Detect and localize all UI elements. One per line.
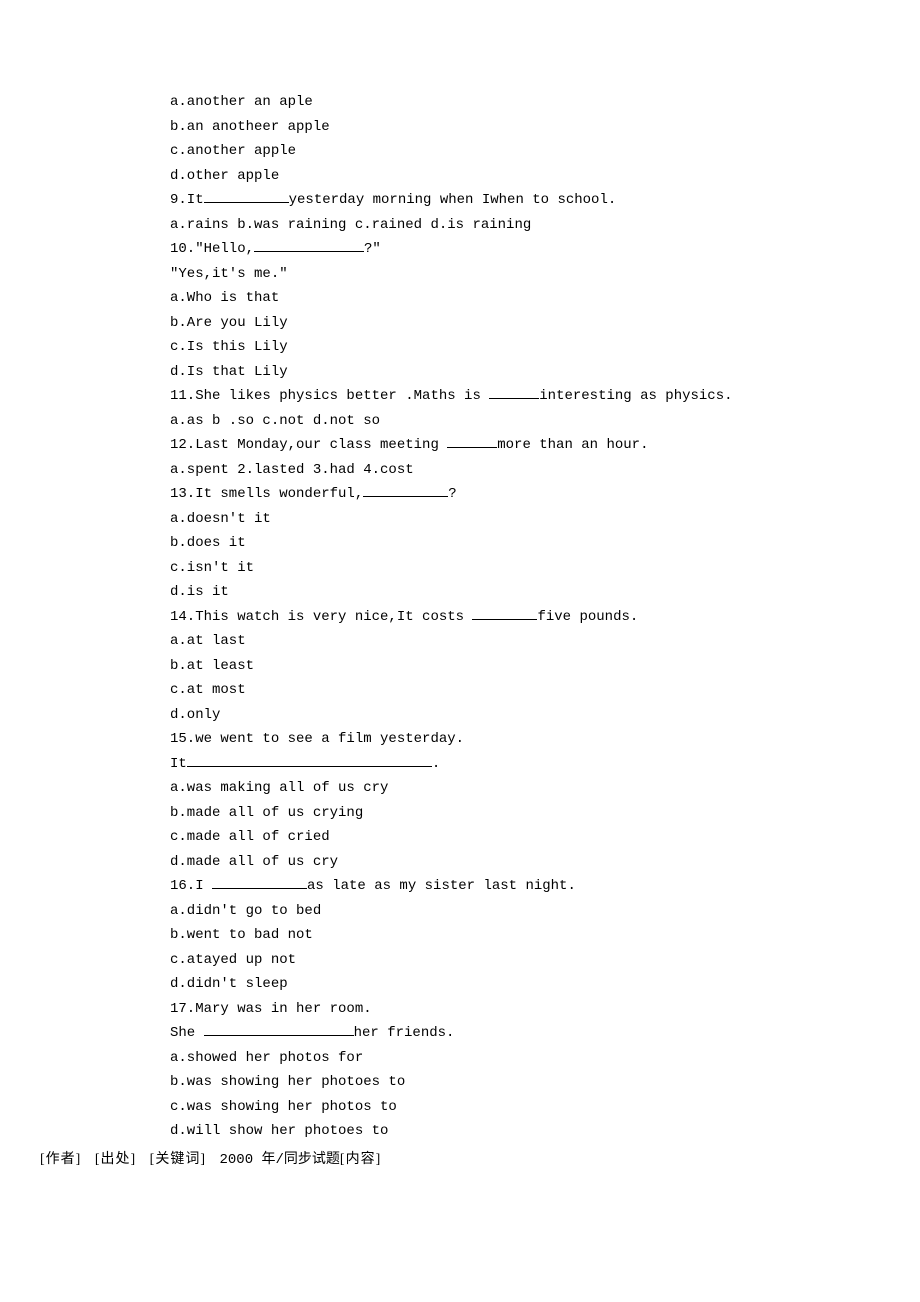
option-a: a.was making all of us cry: [170, 776, 900, 801]
text-part: ?: [448, 486, 456, 502]
question-14: 14.This watch is very nice,It costs five…: [170, 605, 900, 630]
text-part: yesterday morning when Iwhen to school.: [289, 192, 617, 208]
metadata-row: [作者] [出处] [关键词] 2000 年/同步试题[内容]: [20, 1144, 900, 1173]
question-11: 11.She likes physics better .Maths is in…: [170, 384, 900, 409]
text-part: more than an hour.: [497, 437, 648, 453]
option-b: b.an anotheer apple: [170, 115, 900, 140]
blank-input[interactable]: [212, 874, 307, 889]
option-a: a.at last: [170, 629, 900, 654]
text-part: 10."Hello,: [170, 241, 254, 257]
blank-input[interactable]: [489, 384, 539, 399]
document-page: a.another an aple b.an anotheer apple c.…: [0, 0, 920, 1212]
option-a: a.showed her photos for: [170, 1046, 900, 1071]
option-a: a.another an aple: [170, 90, 900, 115]
blank-input[interactable]: [363, 482, 448, 497]
option-c: c.Is this Lily: [170, 335, 900, 360]
keyword-value: 2000 年/同步试题: [219, 1152, 339, 1168]
text-part: five pounds.: [537, 609, 638, 625]
text-part: 13.It smells wonderful,: [170, 486, 363, 502]
option-d: d.will show her photoes to: [170, 1119, 900, 1144]
text-part: 9.It: [170, 192, 204, 208]
text-part: It: [170, 756, 187, 772]
question-17: 17.Mary was in her room.: [170, 997, 900, 1022]
option-d: d.didn't sleep: [170, 972, 900, 997]
text-part: 14.This watch is very nice,It costs: [170, 609, 472, 625]
source-label: [出处]: [95, 1152, 136, 1167]
question-12: 12.Last Monday,our class meeting more th…: [170, 433, 900, 458]
text-part: ?": [364, 241, 381, 257]
option-b: b.Are you Lily: [170, 311, 900, 336]
option-d: d.other apple: [170, 164, 900, 189]
option-d: d.Is that Lily: [170, 360, 900, 385]
options-inline: a.as b .so c.not d.not so: [170, 409, 900, 434]
option-c: c.was showing her photos to: [170, 1095, 900, 1120]
option-d: d.only: [170, 703, 900, 728]
text-part: as late as my sister last night.: [307, 878, 576, 894]
text-part: interesting as physics.: [539, 388, 732, 404]
option-d: d.is it: [170, 580, 900, 605]
question-block: a.another an aple b.an anotheer apple c.…: [20, 90, 900, 1144]
blank-input[interactable]: [187, 752, 432, 767]
option-b: b.made all of us crying: [170, 801, 900, 826]
blank-input[interactable]: [204, 188, 289, 203]
blank-input[interactable]: [472, 605, 537, 620]
author-label: [作者]: [40, 1152, 81, 1167]
option-b: b.does it: [170, 531, 900, 556]
option-b: b.at least: [170, 654, 900, 679]
question-15: 15.we went to see a film yesterday.: [170, 727, 900, 752]
option-c: c.another apple: [170, 139, 900, 164]
question-9: 9.It yesterday morning when Iwhen to scho…: [170, 188, 900, 213]
option-a: a.Who is that: [170, 286, 900, 311]
text-part: her friends.: [354, 1025, 455, 1041]
text-part: 11.She likes physics better .Maths is: [170, 388, 489, 404]
option-c: c.at most: [170, 678, 900, 703]
options-inline: a.rains b.was raining c.rained d.is rain…: [170, 213, 900, 238]
option-a: a.doesn't it: [170, 507, 900, 532]
option-c: c.isn't it: [170, 556, 900, 581]
option-b: b.was showing her photoes to: [170, 1070, 900, 1095]
keyword-label: [关键词]: [150, 1152, 206, 1167]
question-17-cont: She her friends.: [170, 1021, 900, 1046]
question-16: 16.I as late as my sister last night.: [170, 874, 900, 899]
option-d: d.made all of us cry: [170, 850, 900, 875]
question-13: 13.It smells wonderful,?: [170, 482, 900, 507]
question-10: 10."Hello, ?": [170, 237, 900, 262]
option-a: a.didn't go to bed: [170, 899, 900, 924]
dialogue-reply: "Yes,it's me.": [170, 262, 900, 287]
blank-input[interactable]: [254, 237, 364, 252]
options-inline: a.spent 2.lasted 3.had 4.cost: [170, 458, 900, 483]
content-label: [内容]: [340, 1152, 381, 1167]
text-part: .: [432, 756, 440, 772]
question-15-cont: It.: [170, 752, 900, 777]
option-c: c.atayed up not: [170, 948, 900, 973]
text-part: 12.Last Monday,our class meeting: [170, 437, 447, 453]
blank-input[interactable]: [447, 433, 497, 448]
text-part: She: [170, 1025, 204, 1041]
blank-input[interactable]: [204, 1021, 354, 1036]
option-b: b.went to bad not: [170, 923, 900, 948]
option-c: c.made all of cried: [170, 825, 900, 850]
text-part: 16.I: [170, 878, 212, 894]
